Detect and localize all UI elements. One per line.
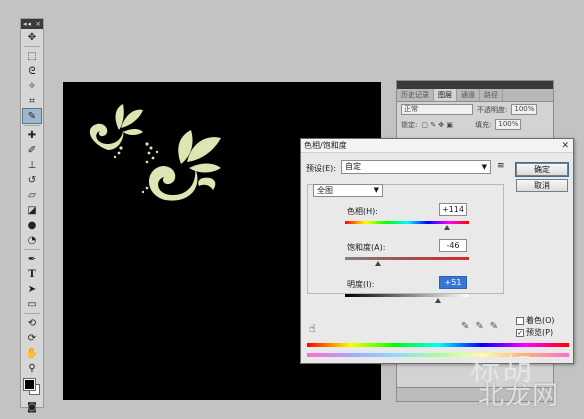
chevron-down-icon: ▼ (373, 186, 379, 194)
eraser-tool-icon[interactable]: ▱ (23, 188, 41, 202)
preview-checkbox[interactable]: ✓ (516, 328, 524, 337)
eyedropper-minus-icon[interactable]: ✎ (490, 321, 498, 332)
lock-label: 锁定: (401, 120, 418, 129)
3d-rotate-tool-icon[interactable]: ⟲ (23, 316, 41, 330)
shape-tool-icon[interactable]: ▭ (23, 297, 41, 311)
colorize-label: 着色(O) (526, 316, 555, 325)
preview-label: 预览(P) (526, 328, 554, 337)
channel-value: 全图 (317, 186, 333, 195)
clone-stamp-tool-icon[interactable]: ⊥ (23, 158, 41, 172)
dialog-title: 色相/饱和度 (304, 141, 347, 150)
history-brush-tool-icon[interactable]: ↺ (23, 173, 41, 187)
blend-row: 正常 不透明度: 100% (397, 102, 553, 117)
saturation-slider-thumb[interactable] (375, 261, 382, 266)
tool-divider (24, 313, 40, 314)
magic-wand-tool-icon[interactable]: ✧ (23, 79, 41, 93)
move-tool-icon[interactable]: ✥ (23, 30, 41, 44)
preset-label: 预设(E): (306, 164, 336, 173)
dialog-title-bar[interactable]: 色相/饱和度 ✕ (301, 139, 573, 153)
tab-paths[interactable]: 路径 (480, 89, 503, 101)
pen-tool-icon[interactable]: ✒ (23, 252, 41, 266)
tab-channels[interactable]: 通道 (457, 89, 480, 101)
preview-checkbox-row[interactable]: ✓ 预览(P) (516, 327, 553, 338)
color-swatches[interactable] (21, 377, 43, 399)
target-adjustment-icon[interactable]: ☝ (309, 322, 316, 335)
adjustment-group (307, 184, 504, 294)
tab-history[interactable]: 历史记录 (397, 89, 434, 101)
preset-options-icon[interactable]: ≡ (497, 161, 505, 171)
eyedropper-icon[interactable]: ✎ (461, 321, 469, 332)
fill-input[interactable]: 100% (495, 119, 522, 130)
opacity-label: 不透明度: (477, 105, 508, 114)
chevron-down-icon: ▼ (481, 163, 487, 171)
layers-panel-grip[interactable] (397, 81, 553, 89)
channel-select[interactable]: 全图 ▼ (313, 184, 383, 197)
tool-divider (24, 125, 40, 126)
blend-mode-select[interactable]: 正常 (401, 104, 473, 115)
hand-tool-icon[interactable]: ✋ (23, 346, 41, 360)
saturation-label: 饱和度(A): (347, 243, 386, 252)
3d-orbit-tool-icon[interactable]: ⟳ (23, 331, 41, 345)
saturation-input[interactable]: -46 (439, 239, 467, 252)
path-selection-tool-icon[interactable]: ➤ (23, 282, 41, 296)
hue-label: 色相(H): (347, 207, 378, 216)
healing-brush-tool-icon[interactable]: ✚ (23, 128, 41, 142)
ok-button[interactable]: 确定 (515, 162, 569, 177)
lasso-tool-icon[interactable]: ᘓ (23, 64, 41, 78)
opacity-input[interactable]: 100% (511, 104, 538, 115)
preset-select[interactable]: 自定 ▼ (341, 160, 491, 174)
layers-panel-tabs: 历史记录 图层 通道 路径 (397, 89, 553, 102)
watermark-text-2: 北龙网 (478, 381, 560, 411)
colorize-checkbox[interactable] (516, 316, 524, 325)
dodge-tool-icon[interactable]: ◔ (23, 233, 41, 247)
hue-slider-track[interactable] (345, 221, 469, 224)
lightness-input[interactable]: +51 (439, 276, 467, 289)
quick-mask-icon[interactable]: ◙ (23, 400, 41, 414)
tool-divider (24, 46, 40, 47)
tools-panel-header[interactable]: ◂◂ × (21, 19, 43, 29)
tool-divider (24, 249, 40, 250)
zoom-tool-icon[interactable]: ⚲ (23, 361, 41, 375)
lock-icons[interactable]: ▢ ✎ ✥ ▣ (421, 121, 453, 129)
blur-tool-icon[interactable]: ● (23, 218, 41, 232)
close-icon[interactable]: ✕ (561, 139, 569, 153)
hue-slider-thumb[interactable] (443, 225, 450, 230)
tools-panel: ◂◂ × ✥ ⬚ ᘓ ✧ ⌗ ✎ ✚ ✐ ⊥ ↺ ▱ ◪ ● ◔ ✒ T ➤ ▭… (20, 18, 44, 413)
foreground-color-swatch[interactable] (23, 378, 36, 391)
preset-value: 自定 (345, 162, 361, 171)
hue-saturation-dialog: 色相/饱和度 ✕ 预设(E): 自定 ▼ ≡ 确定 取消 全图 ▼ 色相(H):… (300, 138, 574, 364)
lightness-slider-thumb[interactable] (435, 298, 441, 303)
lightness-label: 明度(I): (347, 280, 375, 289)
tab-layers[interactable]: 图层 (434, 89, 457, 101)
marquee-tool-icon[interactable]: ⬚ (23, 49, 41, 63)
colorize-checkbox-row[interactable]: 着色(O) (516, 315, 555, 326)
fill-label: 填充: (475, 120, 492, 129)
brush-tool-icon[interactable]: ✐ (23, 143, 41, 157)
paint-bucket-tool-icon[interactable]: ◪ (23, 203, 41, 217)
cancel-button[interactable]: 取消 (516, 179, 568, 192)
saturation-slider-track[interactable] (345, 257, 469, 260)
eyedropper-tool-icon[interactable]: ✎ (22, 108, 42, 124)
lightness-slider-track[interactable] (345, 294, 469, 297)
type-tool-icon[interactable]: T (23, 267, 41, 281)
crop-tool-icon[interactable]: ⌗ (23, 94, 41, 108)
eyedropper-plus-icon[interactable]: ✎ (475, 321, 483, 332)
hue-input[interactable]: +114 (439, 203, 467, 216)
eyedropper-group: ✎ ✎ ✎ (461, 321, 498, 332)
lock-row: 锁定: ▢ ✎ ✥ ▣ 填充: 100% (397, 117, 553, 132)
